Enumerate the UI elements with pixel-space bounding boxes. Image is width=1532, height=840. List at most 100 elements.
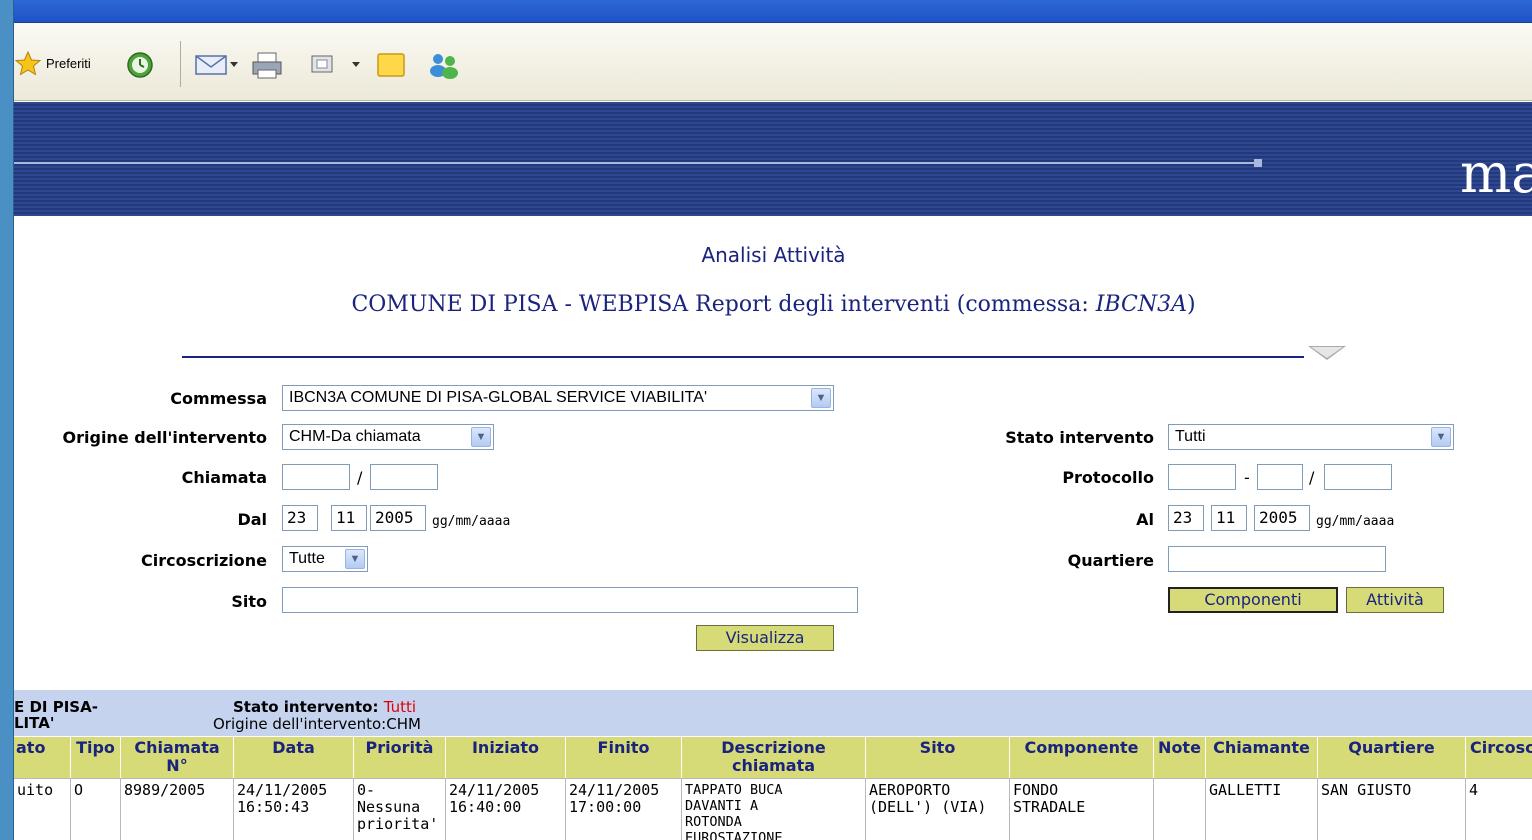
results-summary: E DI PISA- LITA' Stato intervento: Tutti…: [14, 690, 1532, 736]
origine-label: Origine dell'intervento: [62, 428, 267, 447]
quartiere-input[interactable]: [1168, 546, 1386, 572]
mail-icon: [195, 55, 238, 75]
cell-componente: FONDO STRADALE: [1010, 778, 1154, 840]
cell-finito: 24/11/2005 17:00:00: [566, 778, 682, 840]
al-day-input[interactable]: 23: [1168, 505, 1204, 531]
results-commessa-line2: LITA': [14, 714, 55, 732]
protocollo-separator-1: -: [1244, 468, 1250, 487]
col-header-circoscrizione[interactable]: Circosc: [1466, 736, 1532, 778]
circoscrizione-value: Tutte: [289, 550, 325, 567]
al-format-hint: gg/mm/aaaa: [1316, 514, 1395, 529]
title-bar: [14, 0, 1532, 23]
results-origine: Origine dell'intervento:CHM: [213, 715, 421, 733]
col-header-data[interactable]: Data: [234, 736, 354, 778]
results-stato-label: Stato intervento:: [233, 698, 384, 716]
al-month-input[interactable]: 11: [1211, 505, 1247, 531]
stato-value: Tutti: [1175, 428, 1206, 445]
toolbar-separator: [180, 41, 181, 87]
chevron-down-icon[interactable]: ▼: [471, 427, 491, 447]
quartiere-label: Quartiere: [1067, 551, 1154, 570]
note-icon: [377, 53, 405, 77]
dal-label: Dal: [237, 510, 267, 529]
subtitle-prefix: COMUNE DI PISA - WEBPISA Report degli in…: [351, 292, 1096, 317]
history-icon: [127, 52, 153, 78]
messenger-button[interactable]: [424, 50, 464, 80]
circoscrizione-select[interactable]: Tutte ▼: [282, 546, 368, 572]
col-header-stato[interactable]: ato: [14, 736, 71, 778]
chiamata-label: Chiamata: [181, 468, 267, 487]
sito-label: Sito: [231, 592, 267, 611]
favorites-button[interactable]: Preferiti: [14, 50, 91, 76]
results-stato-value: Tutti: [383, 698, 417, 716]
history-button[interactable]: [122, 50, 158, 80]
componenti-button[interactable]: Componenti: [1168, 587, 1338, 613]
protocollo-input-1[interactable]: [1168, 464, 1236, 490]
chiamata-number-input[interactable]: [282, 464, 350, 490]
attivita-button[interactable]: Attività: [1346, 587, 1444, 613]
discuss-button[interactable]: [374, 50, 410, 80]
page-title: Analisi Attività: [701, 243, 846, 267]
favorites-label: Preferiti: [46, 55, 91, 71]
header-rule: [182, 356, 1304, 358]
cell-chiamante: GALLETTI: [1206, 778, 1318, 840]
col-header-tipo[interactable]: Tipo: [71, 736, 121, 778]
cell-quartiere: SAN GIUSTO: [1318, 778, 1466, 840]
cell-note: [1154, 778, 1206, 840]
cell-chiamata[interactable]: 8989/2005: [121, 778, 234, 840]
origine-value: CHM-Da chiamata: [289, 428, 421, 445]
chevron-down-icon[interactable]: ▼: [811, 388, 831, 408]
col-header-note[interactable]: Note: [1154, 736, 1206, 778]
commessa-label: Commessa: [170, 389, 267, 408]
protocollo-separator-2: /: [1309, 468, 1315, 487]
protocollo-input-2[interactable]: [1257, 464, 1303, 490]
print-icon: [252, 52, 282, 79]
col-header-priorita[interactable]: Priorità: [354, 736, 446, 778]
star-icon: [14, 50, 42, 76]
cell-iniziato: 24/11/2005 16:40:00: [446, 778, 566, 840]
browser-toolbar: Preferiti: [14, 23, 1532, 101]
cell-circoscrizione: 4: [1466, 778, 1532, 840]
banner-logo: ma: [1460, 142, 1532, 205]
cell-sito: AEROPORTO (DELL') (VIA): [866, 778, 1010, 840]
chiamata-separator: /: [357, 468, 363, 487]
cell-descrizione: TAPPATO BUCA DAVANTI A ROTONDA EUROSTAZI…: [682, 778, 866, 840]
edit-button[interactable]: [308, 50, 368, 78]
dal-format-hint: gg/mm/aaaa: [432, 514, 511, 529]
col-header-iniziato[interactable]: Iniziato: [446, 736, 566, 778]
page-subtitle: COMUNE DI PISA - WEBPISA Report degli in…: [14, 292, 1532, 317]
dal-day-input[interactable]: 23: [282, 505, 318, 531]
al-year-input[interactable]: 2005: [1254, 505, 1310, 531]
col-header-finito[interactable]: Finito: [566, 736, 682, 778]
col-header-chiamante[interactable]: Chiamante: [1206, 736, 1318, 778]
col-header-descrizione[interactable]: Descrizione chiamata: [682, 736, 866, 778]
visualizza-button[interactable]: Visualizza: [696, 625, 834, 651]
banner-rule: [14, 162, 1254, 164]
stato-select[interactable]: Tutti ▼: [1168, 424, 1454, 450]
commessa-select[interactable]: IBCN3A COMUNE DI PISA-GLOBAL SERVICE VIA…: [282, 385, 834, 411]
cell-priorita: 0- Nessuna priorita': [354, 778, 446, 840]
chiamata-year-input[interactable]: [370, 464, 438, 490]
edit-icon: [311, 55, 360, 73]
dal-year-input[interactable]: 2005: [370, 505, 426, 531]
stato-label: Stato intervento: [1005, 428, 1154, 447]
mail-button[interactable]: [194, 50, 240, 78]
chevron-down-icon[interactable]: ▼: [1431, 427, 1451, 447]
results-stato: Stato intervento: Tutti: [233, 698, 416, 716]
subtitle-suffix: ): [1186, 292, 1196, 317]
dal-month-input[interactable]: 11: [331, 505, 367, 531]
protocollo-input-3[interactable]: [1324, 464, 1392, 490]
chevron-down-icon[interactable]: ▼: [345, 549, 365, 569]
cell-stato: uito: [14, 778, 71, 840]
subtitle-commessa: IBCN3A: [1095, 292, 1187, 317]
sito-input[interactable]: [282, 587, 858, 613]
col-header-quartiere[interactable]: Quartiere: [1318, 736, 1466, 778]
messenger-icon: [430, 54, 458, 79]
origine-select[interactable]: CHM-Da chiamata ▼: [282, 424, 494, 450]
al-label: Al: [1136, 510, 1154, 529]
col-header-componente[interactable]: Componente: [1010, 736, 1154, 778]
col-header-sito[interactable]: Sito: [866, 736, 1010, 778]
collapse-toggle-icon[interactable]: [1308, 346, 1346, 360]
print-button[interactable]: [250, 50, 286, 80]
cell-data: 24/11/2005 16:50:43: [234, 778, 354, 840]
col-header-chiamata[interactable]: Chiamata N°: [121, 736, 234, 778]
